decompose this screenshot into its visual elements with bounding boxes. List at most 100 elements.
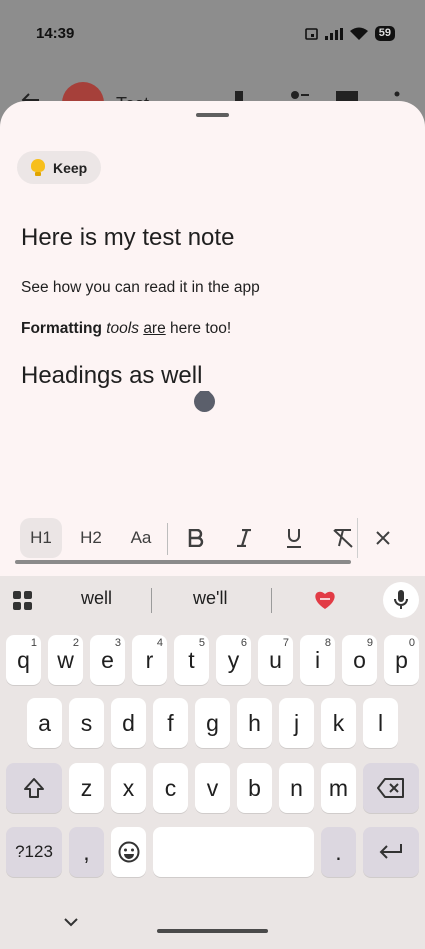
key-hint: 1	[30, 637, 37, 649]
backspace-icon	[377, 778, 404, 798]
key-e[interactable]: e3	[90, 635, 125, 685]
key-r[interactable]: r4	[132, 635, 167, 685]
key-q[interactable]: q1	[6, 635, 41, 685]
key-p[interactable]: p0	[384, 635, 419, 685]
italic-icon	[237, 529, 251, 547]
keep-chip[interactable]: Keep	[17, 151, 102, 184]
key-g[interactable]: g	[195, 698, 230, 748]
key-label: i	[314, 646, 321, 673]
suggestion-1[interactable]: well	[81, 588, 112, 609]
battery-indicator: 59	[374, 26, 395, 41]
comma-key[interactable]: ,	[69, 827, 104, 877]
text-cursor-handle[interactable]	[194, 391, 215, 415]
shift-key[interactable]	[6, 763, 62, 813]
key-i[interactable]: i8	[300, 635, 335, 685]
mic-button[interactable]	[383, 582, 419, 618]
suggestion-divider	[151, 588, 152, 613]
underline-text: are	[143, 320, 166, 337]
phone-icon[interactable]	[232, 91, 246, 101]
key-s[interactable]: s	[69, 698, 104, 748]
mic-icon	[394, 590, 408, 609]
chevron-down-icon[interactable]	[64, 918, 78, 927]
grid-icon[interactable]	[13, 591, 33, 611]
key-t[interactable]: t5	[174, 635, 209, 685]
key-c[interactable]: c	[153, 763, 188, 813]
close-toolbar-button[interactable]	[366, 518, 400, 558]
key-o[interactable]: o9	[342, 635, 377, 685]
key-label: p	[395, 646, 408, 673]
text-style-button[interactable]: Aa	[120, 518, 162, 558]
h1-button[interactable]: H1	[20, 518, 62, 558]
key-a[interactable]: a	[27, 698, 62, 748]
key-x[interactable]: x	[111, 763, 146, 813]
underline-icon	[287, 529, 301, 548]
key-k[interactable]: k	[321, 698, 356, 748]
toolbar-divider	[357, 518, 358, 558]
bold-button[interactable]	[178, 518, 214, 558]
key-j[interactable]: j	[279, 698, 314, 748]
key-l[interactable]: l	[363, 698, 398, 748]
heart-emoji-icon[interactable]	[314, 590, 336, 610]
key-v[interactable]: v	[195, 763, 230, 813]
italic-text: tools	[106, 320, 139, 337]
signal-icon	[324, 27, 343, 40]
suggestion-2[interactable]: we'll	[193, 588, 227, 609]
key-label: t	[188, 646, 195, 673]
key-w[interactable]: w2	[48, 635, 83, 685]
clear-format-icon	[333, 529, 353, 548]
status-time: 14:39	[36, 25, 75, 42]
note-formatting-line[interactable]: Formatting tools are here too!	[21, 320, 231, 338]
key-n[interactable]: n	[279, 763, 314, 813]
add-person-icon[interactable]	[289, 91, 309, 101]
calendar-icon	[304, 28, 318, 40]
emoji-key[interactable]	[111, 827, 146, 877]
suggestion-divider	[271, 588, 272, 613]
key-d[interactable]: d	[111, 698, 146, 748]
toolbar-scrollbar[interactable]	[15, 560, 351, 564]
key-label: q	[17, 646, 30, 673]
note-heading[interactable]: Here is my test note	[21, 224, 234, 252]
key-b[interactable]: b	[237, 763, 272, 813]
symbols-key[interactable]: ?123	[6, 827, 62, 877]
key-hint: 5	[198, 637, 205, 649]
more-icon[interactable]	[394, 91, 400, 101]
keep-chip-label: Keep	[53, 159, 88, 176]
clear-format-button[interactable]	[325, 518, 361, 558]
key-hint: 7	[282, 637, 289, 649]
h2-button[interactable]: H2	[70, 518, 112, 558]
note-paragraph[interactable]: See how you can read it in the app	[21, 279, 260, 297]
key-hint: 4	[156, 637, 163, 649]
shift-icon	[24, 778, 44, 798]
key-hint: 3	[114, 637, 121, 649]
emoji-icon	[118, 841, 139, 863]
keyboard: well we'll q1 w2 e3 r4 t5 y6 u7 i8 o9 p0…	[0, 576, 425, 949]
close-icon	[376, 531, 390, 545]
video-icon[interactable]	[336, 91, 358, 101]
key-f[interactable]: f	[153, 698, 188, 748]
key-m[interactable]: m	[321, 763, 356, 813]
bold-icon	[188, 529, 204, 547]
key-h[interactable]: h	[237, 698, 272, 748]
space-key[interactable]	[153, 827, 314, 877]
period-key[interactable]: .	[321, 827, 356, 877]
enter-icon	[379, 844, 402, 859]
key-y[interactable]: y6	[216, 635, 251, 685]
enter-key[interactable]	[363, 827, 419, 877]
key-z[interactable]: z	[69, 763, 104, 813]
key-u[interactable]: u7	[258, 635, 293, 685]
underline-button[interactable]	[276, 518, 312, 558]
bold-text: Formatting	[21, 320, 102, 337]
note-heading-2[interactable]: Headings as well	[21, 362, 202, 390]
toolbar-divider	[167, 523, 168, 555]
drag-handle[interactable]	[196, 113, 229, 117]
status-icons: 59	[304, 26, 395, 41]
key-label: e	[101, 646, 114, 673]
key-hint: 9	[366, 637, 373, 649]
status-bar: 14:39 59	[0, 0, 425, 66]
wifi-icon	[349, 27, 368, 40]
key-label: u	[269, 646, 282, 673]
home-gesture-bar[interactable]	[157, 929, 268, 933]
backspace-key[interactable]	[363, 763, 419, 813]
keep-bulb-icon	[31, 159, 45, 176]
italic-button[interactable]	[226, 518, 262, 558]
